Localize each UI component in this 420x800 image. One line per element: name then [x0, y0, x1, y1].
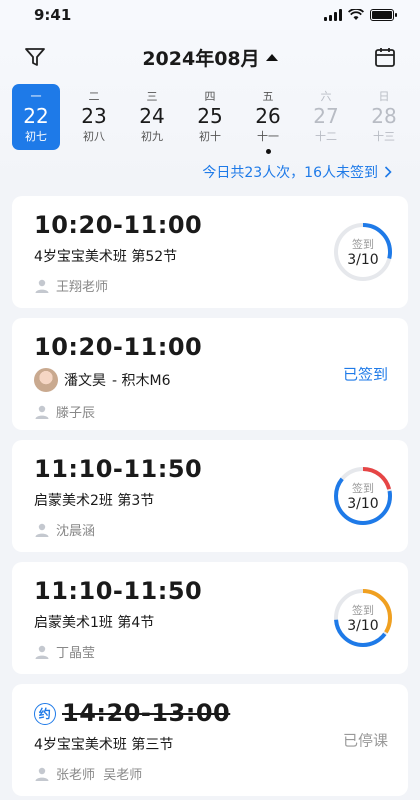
signin-label: 签到 [352, 238, 374, 251]
time-range: 11:10-11:50 [34, 577, 203, 605]
signin-count: 3/10 [347, 496, 379, 512]
teacher-name: 丁晶莹 [56, 646, 96, 661]
summary-link[interactable]: 今日共23人次，16人未签到 [0, 150, 420, 182]
session-title: 4岁宝宝美术班 第52节 [34, 249, 178, 265]
weekday-label: 二 [88, 90, 100, 103]
date-number: 25 [197, 104, 223, 128]
session-card[interactable]: 约 14:20-13:00 4岁宝宝美术班 第三节张老师 吴老师 已停课 [12, 684, 408, 796]
teacher-name: 张老师 吴老师 [56, 768, 143, 783]
day-25[interactable]: 四 25 初十 [186, 84, 234, 150]
filter-icon[interactable] [24, 46, 46, 68]
avatar [34, 368, 58, 392]
session-title: 4岁宝宝美术班 第三节 [34, 737, 174, 753]
teacher-name: 王翔老师 [56, 280, 109, 295]
time-range: 10:20-11:00 [34, 333, 203, 361]
status-label: 已停课 [342, 731, 388, 750]
date-number: 26 [255, 104, 281, 128]
caret-up-icon [265, 53, 278, 61]
time-range: 10:20-11:00 [34, 211, 203, 239]
session-card[interactable]: 11:10-11:50 启蒙美术1班 第4节丁晶莹 签到 3/10 [12, 562, 408, 674]
day-24[interactable]: 三 24 初九 [128, 84, 176, 150]
weekday-label: 五 [262, 90, 274, 103]
teacher-name: 滕子辰 [56, 406, 96, 421]
day-27[interactable]: 六 27 十二 [302, 84, 350, 150]
person-icon [34, 278, 50, 294]
day-22[interactable]: 一 22 初七 [12, 84, 60, 150]
clock: 9:41 [34, 6, 72, 24]
lunar-date: 初九 [141, 130, 163, 143]
battery-icon [370, 9, 397, 21]
event-dot [265, 149, 271, 154]
calendar-icon[interactable] [374, 46, 396, 68]
week-strip: 一 22 初七 二 23 初八 三 24 初九 四 25 初十 五 26 十一 六 27 十二 日 28 十三 [0, 84, 420, 154]
status-icons [324, 9, 397, 21]
signin-progress-ring[interactable]: 签到 3/10 [332, 587, 394, 649]
date-number: 24 [139, 104, 165, 128]
month-label: 2024年08月 [142, 47, 260, 70]
teacher-row: 张老师 吴老师 [34, 764, 386, 783]
status-bar: 9:41 [0, 0, 420, 30]
session-card[interactable]: 10:20-11:00 4岁宝宝美术班 第52节王翔老师 签到 3/10 [12, 196, 408, 308]
session-time: 约 14:20-13:00 [34, 698, 386, 728]
lunar-date: 十三 [373, 130, 395, 143]
chevron-right-icon [384, 166, 392, 178]
person-icon [34, 522, 50, 538]
lunar-date: 初十 [199, 130, 221, 143]
wifi-icon [348, 9, 364, 20]
person-icon [34, 644, 50, 660]
time-range: 14:20-13:00 [62, 699, 231, 727]
signin-progress-ring[interactable]: 签到 3/10 [332, 465, 394, 527]
signin-label: 签到 [352, 482, 374, 495]
teacher-row: 滕子辰 [34, 402, 386, 421]
session-title: 启蒙美术2班 第3节 [34, 493, 155, 509]
signin-label: 签到 [352, 604, 374, 617]
signin-count: 3/10 [347, 618, 379, 634]
header: 2024年08月 [0, 30, 420, 84]
lunar-date: 初七 [25, 130, 47, 143]
date-number: 28 [371, 104, 397, 128]
weekday-label: 三 [146, 90, 158, 103]
time-range: 11:10-11:50 [34, 455, 203, 483]
student-name: 潘文昊 [64, 373, 106, 389]
session-title: - 积木M6 [112, 373, 171, 389]
session-title-row: 4岁宝宝美术班 第三节 [34, 734, 386, 754]
day-23[interactable]: 二 23 初八 [70, 84, 118, 150]
status-label: 已签到 [342, 365, 388, 384]
person-icon [34, 766, 50, 782]
session-time: 10:20-11:00 [34, 332, 386, 362]
lunar-date: 十一 [257, 130, 279, 143]
session-title-row: 潘文昊 - 积木M6 [34, 368, 386, 392]
signin-count: 3/10 [347, 252, 379, 268]
person-icon [34, 404, 50, 420]
session-title: 启蒙美术1班 第4节 [34, 615, 155, 631]
signal-icon [324, 9, 342, 21]
date-number: 22 [23, 104, 49, 128]
weekday-label: 六 [320, 90, 332, 103]
day-26[interactable]: 五 26 十一 [244, 84, 292, 154]
teacher-name: 沈晨涵 [56, 524, 96, 539]
weekday-label: 一 [30, 90, 42, 103]
appointment-badge: 约 [34, 703, 56, 725]
month-selector[interactable]: 2024年08月 [142, 44, 278, 71]
day-28[interactable]: 日 28 十三 [360, 84, 408, 150]
weekday-label: 日 [378, 90, 390, 103]
top-area: 9:41 2024年08月 一 22 初七 二 23 初八 三 24 初九 四 25 初十 五 26 十一 六… [0, 0, 420, 188]
summary-text: 今日共23人次，16人未签到 [202, 165, 378, 181]
lunar-date: 十二 [315, 130, 337, 143]
date-number: 27 [313, 104, 339, 128]
session-card[interactable]: 10:20-11:00 潘文昊 - 积木M6 滕子辰 已签到 [12, 318, 408, 430]
lunar-date: 初八 [83, 130, 105, 143]
session-card[interactable]: 11:10-11:50 启蒙美术2班 第3节沈晨涵 签到 3/10 [12, 440, 408, 552]
date-number: 23 [81, 104, 107, 128]
weekday-label: 四 [204, 90, 216, 103]
session-list: 10:20-11:00 4岁宝宝美术班 第52节 王翔老师 签到 3/10 10:20-1… [0, 196, 420, 796]
signin-progress-ring[interactable]: 签到 3/10 [332, 221, 394, 283]
